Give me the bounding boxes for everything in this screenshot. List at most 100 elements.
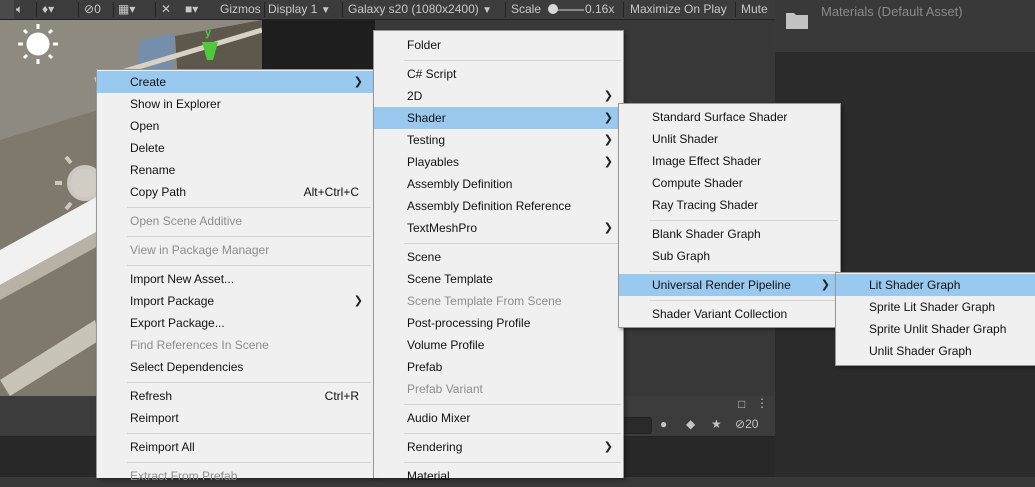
chevron-right-icon: ❯ — [353, 295, 363, 307]
menu-item-show-in-explorer[interactable]: Show in Explorer — [97, 93, 373, 115]
lock-icon[interactable]: □ — [738, 397, 745, 411]
menu-item-refresh[interactable]: Refresh Ctrl+R — [97, 385, 373, 407]
menu-item-reimport[interactable]: Reimport — [97, 407, 373, 429]
menu-item-shader-variant-collection[interactable]: Shader Variant Collection — [619, 303, 840, 325]
menu-separator — [649, 220, 838, 221]
context-menu: Create ❯ Show in Explorer Open Delete Ren… — [96, 69, 374, 483]
menu-item-csharp-script[interactable]: C# Script — [374, 63, 623, 85]
menu-item-textmeshpro[interactable]: TextMeshPro ❯ — [374, 217, 623, 239]
menu-separator — [127, 236, 371, 237]
menu-item-select-dependencies[interactable]: Select Dependencies — [97, 356, 373, 378]
menu-item-sprite-lit-shader-graph[interactable]: Sprite Lit Shader Graph — [836, 296, 1035, 318]
menu-item-label: Blank Shader Graph — [652, 227, 761, 241]
chevron-right-icon: ❯ — [603, 90, 613, 102]
scale-label: Scale — [511, 2, 542, 16]
menu-item-prefab[interactable]: Prefab — [374, 356, 623, 378]
menu-item-universal-render-pipeline[interactable]: Universal Render Pipeline ❯ — [619, 274, 840, 296]
hidden-objects-toggle[interactable]: ⊘0 — [84, 0, 101, 19]
menu-item-blank-shader-graph[interactable]: Blank Shader Graph — [619, 223, 840, 245]
menu-item-rendering[interactable]: Rendering ❯ — [374, 436, 623, 458]
menu-item-import-package[interactable]: Import Package ❯ — [97, 290, 373, 312]
menu-item-audio-mixer[interactable]: Audio Mixer — [374, 407, 623, 429]
effects-icon[interactable]: ♦▾ — [42, 0, 54, 19]
menu-item-2d[interactable]: 2D ❯ — [374, 85, 623, 107]
menu-item-copy-path[interactable]: Copy Path Alt+Ctrl+C — [97, 181, 373, 203]
menu-item-label: Prefab Variant — [407, 382, 483, 396]
folder-icon — [786, 13, 808, 29]
menu-item-label: Refresh — [130, 389, 173, 403]
menu-item-find-references-in-scene: Find References In Scene — [97, 334, 373, 356]
menu-item-create[interactable]: Create ❯ — [97, 71, 373, 93]
menu-item-volume-profile[interactable]: Volume Profile — [374, 334, 623, 356]
menu-item-label: Folder — [407, 38, 442, 52]
visibility-toggle[interactable]: ⊘20 — [735, 417, 758, 431]
menu-item-image-effect-shader[interactable]: Image Effect Shader — [619, 150, 840, 172]
device-label: Galaxy s20 (1080x2400) — [348, 2, 479, 16]
filter-by-type-icon[interactable]: ● — [660, 417, 667, 431]
label-icon[interactable]: ◆ — [686, 417, 695, 431]
menu-item-reimport-all[interactable]: Reimport All — [97, 436, 373, 458]
search-input[interactable] — [620, 417, 652, 434]
menu-separator — [127, 382, 371, 383]
menu-item-post-processing-profile[interactable]: Post-processing Profile — [374, 312, 623, 334]
menu-item-prefab-variant: Prefab Variant — [374, 378, 623, 400]
favorite-star-icon[interactable]: ★ — [711, 417, 722, 431]
menu-item-unlit-shader-graph[interactable]: Unlit Shader Graph — [836, 340, 1035, 362]
chevron-right-icon: ❯ — [603, 441, 613, 453]
menu-item-delete[interactable]: Delete — [97, 137, 373, 159]
camera-icon[interactable]: ■▾ — [185, 0, 198, 19]
gizmos-dropdown[interactable]: Gizmos — [220, 0, 261, 19]
display-dropdown[interactable]: Display 1 ▼ — [268, 0, 331, 19]
menu-item-rename[interactable]: Rename — [97, 159, 373, 181]
menu-item-open[interactable]: Open — [97, 115, 373, 137]
menu-item-label: Import Package — [130, 294, 215, 308]
chevron-right-icon: ❯ — [603, 112, 613, 124]
asset-label: Materials (Default Asset) — [821, 4, 963, 19]
menu-item-import-new-asset[interactable]: Import New Asset... — [97, 268, 373, 290]
menu-item-label: Material — [407, 469, 450, 483]
menu-item-unlit-shader[interactable]: Unlit Shader — [619, 128, 840, 150]
menu-item-sub-graph[interactable]: Sub Graph — [619, 245, 840, 267]
menu-item-label: Volume Profile — [407, 338, 485, 352]
more-options-icon[interactable]: ⋮ — [756, 396, 768, 410]
menu-item-label: Shader Variant Collection — [652, 307, 788, 321]
chevron-right-icon: ❯ — [353, 76, 363, 88]
menu-item-sprite-unlit-shader-graph[interactable]: Sprite Unlit Shader Graph — [836, 318, 1035, 340]
menu-item-lit-shader-graph[interactable]: Lit Shader Graph — [836, 274, 1035, 296]
mute-button[interactable]: Mute — [741, 0, 768, 19]
menu-item-label: Sprite Unlit Shader Graph — [869, 322, 1007, 336]
maximize-on-play-button[interactable]: Maximize On Play — [630, 0, 727, 19]
menu-item-standard-surface-shader[interactable]: Standard Surface Shader — [619, 106, 840, 128]
menu-item-label: Reimport All — [130, 440, 195, 454]
menu-item-ray-tracing-shader[interactable]: Ray Tracing Shader — [619, 194, 840, 216]
menu-item-label: Rename — [130, 163, 176, 177]
urp-submenu: Lit Shader Graph Sprite Lit Shader Graph… — [835, 272, 1035, 366]
create-submenu: Folder C# Script 2D ❯ Shader ❯ Testing ❯ Pl… — [373, 30, 624, 483]
menu-item-label: Post-processing Profile — [407, 316, 531, 330]
menu-item-export-package[interactable]: Export Package... — [97, 312, 373, 334]
tools-icon[interactable]: ✕ — [161, 0, 171, 19]
menu-item-assembly-definition[interactable]: Assembly Definition — [374, 173, 623, 195]
hidden-count: 0 — [94, 2, 101, 16]
menu-item-material[interactable]: Material — [374, 465, 623, 487]
menu-item-testing[interactable]: Testing ❯ — [374, 129, 623, 151]
menu-item-label: Copy Path — [130, 185, 187, 199]
grid-icon[interactable]: ▦▾ — [118, 0, 135, 19]
menu-item-scene[interactable]: Scene — [374, 246, 623, 268]
audio-icon[interactable]: 🔈︎ — [16, 0, 23, 19]
menu-item-shader[interactable]: Shader ❯ — [374, 107, 623, 129]
menu-item-label: Find References In Scene — [130, 338, 269, 352]
menu-item-assembly-definition-reference[interactable]: Assembly Definition Reference — [374, 195, 623, 217]
menu-item-label: Ray Tracing Shader — [652, 198, 759, 212]
menu-item-playables[interactable]: Playables ❯ — [374, 151, 623, 173]
scale-slider[interactable] — [548, 0, 584, 19]
menu-item-scene-template[interactable]: Scene Template — [374, 268, 623, 290]
scene-gizmo-toggle[interactable] — [0, 0, 14, 19]
menu-item-label: Unlit Shader — [652, 132, 719, 146]
menu-item-folder[interactable]: Folder — [374, 34, 623, 56]
device-dropdown[interactable]: Galaxy s20 (1080x2400) ▼ — [348, 0, 492, 19]
menu-item-label: Playables — [407, 155, 460, 169]
menu-item-compute-shader[interactable]: Compute Shader — [619, 172, 840, 194]
menu-item-label: Universal Render Pipeline — [652, 278, 791, 292]
menu-item-label: Assembly Definition — [407, 177, 513, 191]
